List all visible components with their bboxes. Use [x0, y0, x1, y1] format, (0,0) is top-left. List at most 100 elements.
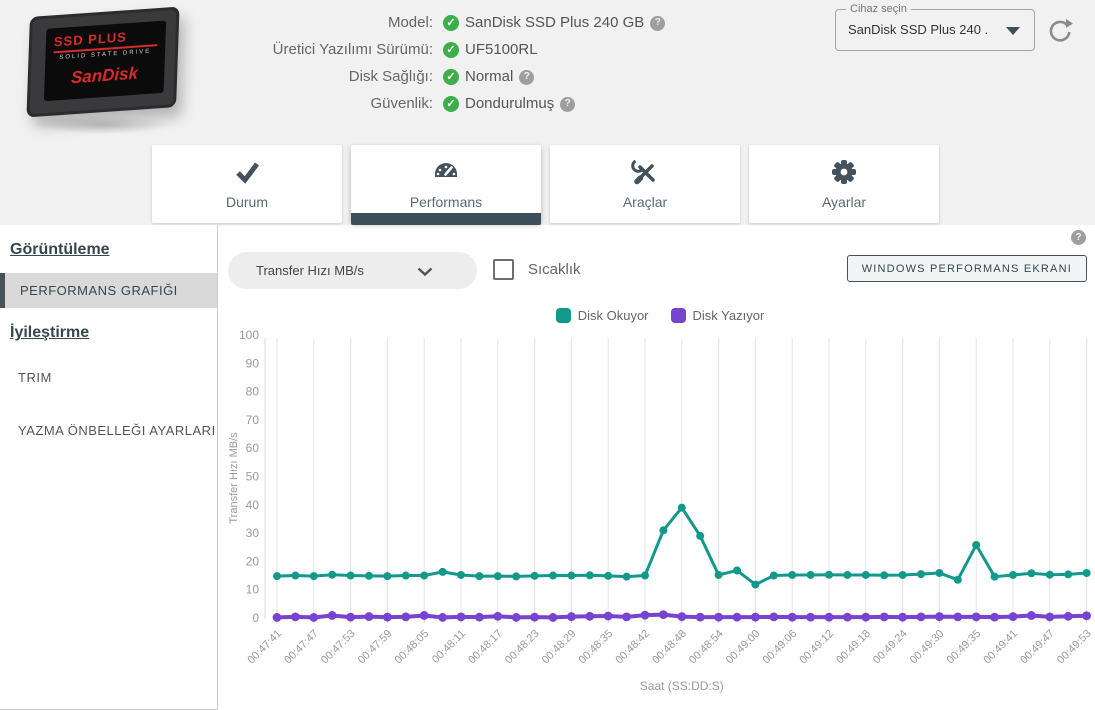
- svg-text:60: 60: [246, 441, 260, 455]
- metric-dropdown[interactable]: Transfer Hızı MB/s: [228, 252, 477, 289]
- device-select[interactable]: Cihaz seçin SanDisk SSD Plus 240 ...: [835, 3, 1035, 51]
- svg-text:00:47:47: 00:47:47: [282, 628, 321, 667]
- svg-text:20: 20: [246, 554, 260, 568]
- ssd-brand-text: SanDisk: [70, 63, 139, 88]
- svg-text:90: 90: [246, 356, 260, 370]
- temperature-checkbox[interactable]: [493, 259, 514, 280]
- svg-text:00:48:05: 00:48:05: [393, 628, 432, 667]
- svg-text:00:49:00: 00:49:00: [724, 628, 763, 667]
- sandisk-dashboard: SSD PLUS SOLID STATE DRIVE SanDisk Model…: [0, 0, 1095, 710]
- legend-disk-write: Disk Yazıyor: [670, 308, 765, 323]
- ok-check-icon: ✓: [443, 15, 459, 31]
- chevron-down-icon: [417, 267, 433, 276]
- ssd-reflection: [34, 116, 174, 134]
- svg-text:40: 40: [246, 498, 260, 512]
- temperature-checkbox-label: Sıcaklık: [528, 261, 581, 278]
- svg-text:0: 0: [252, 611, 259, 625]
- svg-text:00:48:42: 00:48:42: [613, 628, 652, 667]
- refresh-icon[interactable]: [1047, 18, 1073, 44]
- gear-icon: [832, 160, 856, 184]
- health-value: ✓ Normal ?: [443, 68, 665, 86]
- svg-text:00:49:12: 00:49:12: [797, 628, 836, 667]
- svg-text:50: 50: [246, 470, 260, 484]
- security-value: ✓ Dondurulmuş ?: [443, 95, 665, 113]
- active-tab-underline: [351, 213, 541, 225]
- svg-text:00:48:17: 00:48:17: [466, 628, 505, 667]
- svg-text:Saat (SS:DD:S): Saat (SS:DD:S): [640, 679, 724, 693]
- sidebar-item-performans-grafigi[interactable]: PERFORMANS GRAFIĞI: [0, 273, 217, 308]
- ok-check-icon: ✓: [443, 42, 459, 58]
- svg-text:10: 10: [246, 583, 260, 597]
- svg-text:00:48:54: 00:48:54: [687, 628, 726, 667]
- disk-write-swatch: [670, 308, 686, 323]
- ssd-product-image: SSD PLUS SOLID STATE DRIVE SanDisk: [26, 6, 180, 118]
- svg-text:100: 100: [239, 328, 259, 342]
- svg-text:00:49:41: 00:49:41: [981, 628, 1020, 667]
- model-value: ✓ SanDisk SSD Plus 240 GB ?: [443, 14, 666, 32]
- tab-performans[interactable]: Performans: [351, 145, 541, 225]
- ok-check-icon: ✓: [443, 69, 459, 85]
- performance-help-icon[interactable]: ?: [1071, 230, 1086, 245]
- model-help-icon[interactable]: ?: [650, 15, 666, 31]
- tab-araclar[interactable]: Araçlar: [550, 145, 740, 223]
- health-help-icon[interactable]: ?: [519, 69, 535, 85]
- legend-disk-read: Disk Okuyor: [555, 308, 649, 323]
- svg-text:70: 70: [246, 413, 260, 427]
- svg-text:00:48:23: 00:48:23: [503, 628, 542, 667]
- tab-ayarlar-label: Ayarlar: [821, 194, 867, 210]
- svg-text:80: 80: [246, 385, 260, 399]
- svg-text:00:47:41: 00:47:41: [245, 628, 284, 667]
- svg-text:00:48:11: 00:48:11: [430, 628, 468, 666]
- tab-araclar-label: Araçlar: [622, 194, 668, 210]
- performance-chart: 0 10 20 30 40 50 60 70 80 90 100 00:47:4100:47:47 00…: [228, 328, 1094, 693]
- tab-bar: Durum Performans Araçlar Ayarlar: [152, 145, 939, 225]
- firmware-text: UF5100RL: [465, 41, 538, 58]
- tab-ayarlar[interactable]: Ayarlar: [749, 145, 939, 223]
- security-help-icon[interactable]: ?: [560, 96, 576, 112]
- health-text: Normal: [465, 68, 514, 85]
- svg-text:00:49:24: 00:49:24: [871, 628, 910, 667]
- health-label: Disk Sağlığı:: [348, 68, 433, 85]
- svg-text:00:47:59: 00:47:59: [356, 628, 395, 667]
- tools-icon: [631, 159, 655, 185]
- model-label: Model:: [387, 14, 433, 31]
- disk-read-label: Disk Okuyor: [577, 308, 649, 323]
- svg-text:00:49:30: 00:49:30: [908, 628, 947, 667]
- chart-legend: Disk Okuyor Disk Yazıyor: [225, 308, 1095, 323]
- device-select-value: SanDisk SSD Plus 240 ...: [848, 22, 988, 37]
- svg-text:00:48:35: 00:48:35: [577, 628, 616, 667]
- svg-text:00:48:48: 00:48:48: [650, 628, 689, 667]
- model-text: SanDisk SSD Plus 240 GB: [465, 14, 645, 31]
- svg-text:00:49:47: 00:49:47: [1018, 628, 1057, 667]
- windows-performance-button[interactable]: WINDOWS PERFORMANS EKRANI: [846, 255, 1087, 282]
- check-icon: [236, 162, 259, 184]
- disk-read-swatch: [555, 308, 571, 323]
- metric-dropdown-value: Transfer Hızı MB/s: [256, 263, 364, 278]
- svg-text:00:49:53: 00:49:53: [1055, 628, 1094, 667]
- sidebar: Görüntüleme PERFORMANS GRAFIĞI İyileştir…: [0, 225, 218, 710]
- security-text: Dondurulmuş: [465, 95, 555, 112]
- disk-write-label: Disk Yazıyor: [692, 308, 765, 323]
- svg-text:00:49:18: 00:49:18: [834, 628, 873, 667]
- ssd-label: SSD PLUS SOLID STATE DRIVE SanDisk: [43, 20, 167, 102]
- svg-text:00:49:35: 00:49:35: [945, 628, 984, 667]
- firmware-value: ✓ UF5100RL: [443, 41, 665, 59]
- device-info: Model: ✓ SanDisk SSD Plus 240 GB ? Üreti…: [255, 14, 666, 113]
- security-label: Güvenlik:: [370, 95, 433, 112]
- chevron-down-icon: [1006, 27, 1020, 35]
- svg-text:00:49:06: 00:49:06: [761, 628, 800, 667]
- svg-text:Transfer Hızı MB/s: Transfer Hızı MB/s: [228, 432, 240, 524]
- sidebar-item-trim[interactable]: TRIM: [0, 360, 217, 395]
- tab-durum[interactable]: Durum: [152, 145, 342, 223]
- sidebar-heading-goruntuleme[interactable]: Görüntüleme: [10, 241, 217, 259]
- ok-check-icon: ✓: [443, 96, 459, 112]
- sidebar-heading-iyilestirme[interactable]: İyileştirme: [10, 324, 217, 342]
- gauge-icon: [435, 163, 457, 177]
- svg-text:00:48:29: 00:48:29: [540, 628, 579, 667]
- tab-performans-label: Performans: [409, 194, 483, 210]
- firmware-label: Üretici Yazılımı Sürümü:: [272, 41, 433, 58]
- sidebar-item-yazma-onbellegi[interactable]: YAZMA ÖNBELLEĞI AYARLARI: [0, 413, 217, 448]
- svg-text:30: 30: [246, 526, 260, 540]
- device-select-legend: Cihaz seçin: [846, 3, 911, 15]
- temperature-toggle-row: Sıcaklık: [493, 259, 581, 280]
